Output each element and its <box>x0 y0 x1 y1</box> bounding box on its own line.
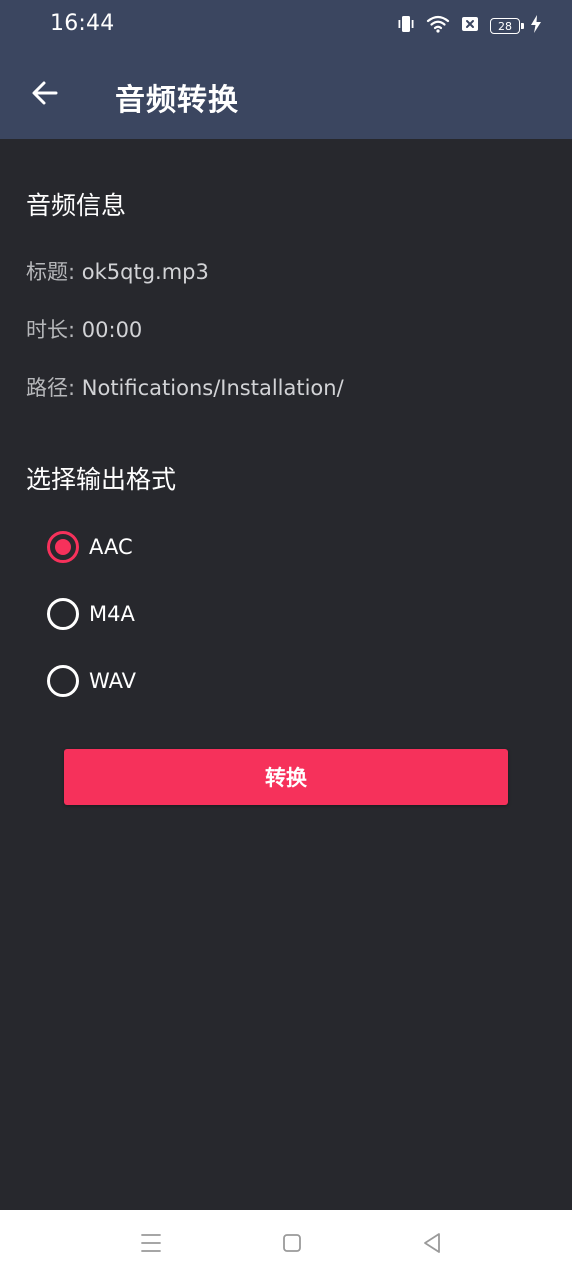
info-value: ok5qtg.mp3 <box>81 260 209 284</box>
format-label: AAC <box>89 535 133 559</box>
system-nav-bar <box>0 1210 572 1280</box>
recent-apps-button[interactable] <box>136 1230 166 1260</box>
format-option-wav[interactable]: WAV <box>47 664 136 698</box>
back-triangle-icon <box>420 1231 444 1259</box>
menu-icon <box>139 1231 163 1259</box>
status-time: 16:44 <box>50 11 115 36</box>
output-format-title: 选择输出格式 <box>26 465 177 494</box>
info-row-title: 标题: ok5qtg.mp3 <box>26 256 209 286</box>
battery-icon: 28 <box>490 18 524 34</box>
info-row-path: 路径: Notifications/Installation/ <box>26 372 344 402</box>
info-label: 路径: <box>26 376 76 400</box>
arrow-left-icon <box>30 78 60 112</box>
info-label: 标题: <box>26 260 76 284</box>
close-box-icon <box>460 14 480 38</box>
charging-icon <box>530 14 542 38</box>
info-value: 00:00 <box>81 318 143 342</box>
info-value: Notifications/Installation/ <box>81 376 344 400</box>
format-option-m4a[interactable]: M4A <box>47 597 135 631</box>
format-label: M4A <box>89 602 135 626</box>
home-button[interactable] <box>277 1230 307 1260</box>
system-back-button[interactable] <box>417 1230 447 1260</box>
home-square-icon <box>280 1231 304 1259</box>
back-button[interactable] <box>22 72 68 118</box>
status-icons: 28 <box>396 14 542 38</box>
vibrate-icon <box>396 14 416 38</box>
radio-button-selected[interactable] <box>47 531 79 563</box>
audio-info-title: 音频信息 <box>26 191 127 220</box>
info-row-duration: 时长: 00:00 <box>26 314 142 344</box>
wifi-icon <box>426 14 450 38</box>
convert-button[interactable]: 转换 <box>64 749 508 805</box>
info-label: 时长: <box>26 318 76 342</box>
radio-button[interactable] <box>47 665 79 697</box>
page-title: 音频转换 <box>115 83 239 118</box>
app-bar: 16:44 28 音频转换 <box>0 0 572 139</box>
status-bar: 16:44 28 <box>0 0 572 50</box>
format-option-aac[interactable]: AAC <box>47 530 133 564</box>
battery-level: 28 <box>498 19 512 33</box>
format-label: WAV <box>89 669 137 693</box>
radio-button[interactable] <box>47 598 79 630</box>
